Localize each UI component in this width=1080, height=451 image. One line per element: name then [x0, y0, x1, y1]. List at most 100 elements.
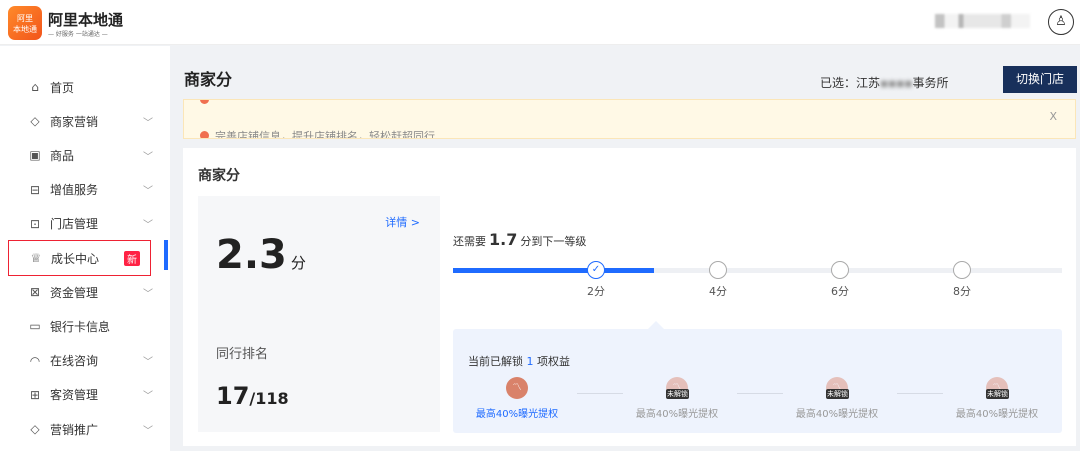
- sidebar-item-2[interactable]: ▣ 商品 ﹀: [28, 144, 153, 166]
- level-progress-fill: [453, 268, 654, 273]
- menu-icon: ⊞: [29, 387, 41, 402]
- perk-item[interactable]: 〽未解锁 最高40%曝光提权: [947, 377, 1047, 420]
- perk-connector: [897, 393, 943, 394]
- rank-label: 同行排名: [216, 347, 269, 362]
- unlocked-prefix: 当前已解锁: [468, 355, 523, 368]
- unlocked-summary: 当前已解锁 1 项权益: [468, 353, 570, 369]
- perk-item[interactable]: 〽最高40%曝光提权: [467, 377, 567, 420]
- sidebar-item-label: 银行卡信息: [50, 319, 111, 334]
- unlocked-suffix: 项权益: [537, 355, 570, 368]
- sidebar-item-1[interactable]: ◇ 商家营销 ﹀: [28, 110, 153, 132]
- merchant-score-card: 商家分 详情 > 2.3 分 同行排名 17/118 还需要 1.7 分到下一等级 ✓…: [183, 148, 1076, 446]
- sidebar-item-label: 门店管理: [50, 217, 99, 232]
- lock-badge: 未解锁: [826, 389, 849, 399]
- alert-icon: [200, 131, 209, 138]
- chevron-down-icon: ﹀: [143, 391, 153, 403]
- alert-line-1: [200, 100, 215, 107]
- brand-slogan: — 好服务 一站通达 —: [48, 31, 108, 38]
- top-header: 阿里 本地通 阿里本地通 — 好服务 一站通达 — ♙: [0, 0, 1080, 45]
- level-label: 6分: [831, 285, 849, 298]
- chevron-down-icon: ﹀: [143, 186, 153, 198]
- user-icon[interactable]: ♙: [1048, 9, 1074, 35]
- score-unit: 分: [290, 254, 306, 272]
- menu-icon: ♕: [30, 251, 42, 265]
- sidebar-item-8[interactable]: ◠ 在线咨询 ﹀: [28, 350, 153, 372]
- selected-store[interactable]: 已选：江苏▪▪▪▪事务所: [820, 74, 949, 91]
- rank-number: 17: [216, 382, 250, 410]
- lock-badge: 未解锁: [986, 389, 1009, 399]
- chart-icon: 〽: [506, 377, 528, 399]
- chevron-down-icon: ﹀: [143, 220, 153, 232]
- sidebar-item-10[interactable]: ◇ 营销推广 ﹀: [28, 418, 153, 440]
- unlocked-count: 1: [526, 355, 534, 368]
- new-badge: 新: [124, 250, 140, 266]
- perk-label: 最高40%曝光提权: [475, 409, 559, 420]
- chevron-down-icon: ﹀: [143, 151, 153, 163]
- need-suffix: 分到下一等级: [520, 235, 587, 248]
- perk-label: 最高40%曝光提权: [955, 409, 1039, 420]
- menu-icon: ◇: [30, 114, 40, 129]
- alert-banner: 完善店铺信息，提升店铺排名，轻松赶超同行 X: [183, 99, 1076, 139]
- level-label: 4分: [709, 285, 727, 298]
- sidebar-item-label: 商品: [50, 148, 75, 163]
- level-label: 8分: [953, 285, 971, 298]
- perk-label: 最高40%曝光提权: [635, 409, 719, 420]
- logo[interactable]: 阿里 本地通: [8, 6, 42, 40]
- rank-value: 17/118: [216, 382, 289, 410]
- sidebar-item-9[interactable]: ⊞ 客资管理 ﹀: [28, 384, 153, 406]
- perk-connector: [737, 393, 783, 394]
- chevron-down-icon: ﹀: [143, 425, 153, 437]
- sidebar-item-3[interactable]: ⊟ 增值服务 ﹀: [28, 179, 153, 201]
- selected-label: 已选：江苏: [820, 76, 881, 90]
- brand-name: 阿里本地通: [48, 11, 124, 29]
- perk-item[interactable]: 〽未解锁 最高40%曝光提权: [787, 377, 887, 420]
- menu-icon: ⊠: [29, 285, 41, 300]
- level-node: [831, 261, 849, 279]
- chevron-down-icon: ﹀: [143, 117, 153, 129]
- alert-text: 完善店铺信息，提升店铺排名，轻松赶超同行: [215, 130, 435, 139]
- menu-icon: ⌂: [31, 80, 39, 94]
- level-node: [709, 261, 727, 279]
- sidebar-item-label: 首页: [50, 80, 75, 95]
- sidebar-item-label: 在线咨询: [50, 354, 99, 369]
- switch-store-button[interactable]: 切换门店: [1003, 66, 1077, 93]
- score-number: 2.3: [216, 232, 287, 278]
- sidebar: ⌂ 首页 ◇ 商家营销 ﹀ ▣ 商品 ﹀ ⊟ 增值服务 ﹀ ⊡ 门店管理 ﹀ ♕ 成长中心 新 ⊠ 资金管理 ﹀ ▭ 银行…: [0, 46, 170, 451]
- sidebar-item-4[interactable]: ⊡ 门店管理 ﹀: [28, 213, 153, 235]
- rank-total: /118: [249, 389, 289, 408]
- sidebar-item-5[interactable]: ♕ 成长中心 新: [8, 240, 151, 276]
- score-value: 2.3 分: [216, 232, 306, 278]
- chevron-down-icon: ﹀: [143, 288, 153, 300]
- menu-icon: ◇: [30, 422, 40, 436]
- menu-icon: ⊟: [29, 182, 41, 197]
- close-icon[interactable]: X: [1049, 110, 1057, 123]
- sidebar-item-label: 商家营销: [50, 114, 99, 129]
- perk-label: 最高40%曝光提权: [795, 409, 879, 420]
- sidebar-item-label: 资金管理: [50, 285, 99, 300]
- chevron-down-icon: ﹀: [143, 357, 153, 369]
- sidebar-item-label: 成长中心: [51, 251, 100, 266]
- sidebar-item-6[interactable]: ⊠ 资金管理 ﹀: [28, 281, 153, 303]
- detail-link[interactable]: 详情 >: [385, 214, 420, 230]
- check-icon: ✓: [587, 261, 605, 279]
- score-box: 详情 > 2.3 分 同行排名 17/118: [198, 196, 440, 432]
- need-value: 1.7: [489, 230, 518, 249]
- next-level-hint: 还需要 1.7 分到下一等级: [453, 230, 586, 249]
- card-title: 商家分: [198, 168, 240, 184]
- sidebar-item-0[interactable]: ⌂ 首页: [28, 76, 153, 98]
- sidebar-item-label: 营销推广: [50, 422, 99, 437]
- perk-item[interactable]: 〽未解锁 最高40%曝光提权: [627, 377, 727, 420]
- lock-badge: 未解锁: [666, 389, 689, 399]
- alert-icon: [200, 100, 209, 104]
- perks-panel: 当前已解锁 1 项权益 〽最高40%曝光提权〽未解锁 最高40%曝光提权〽未解锁最…: [453, 321, 1062, 433]
- selected-suffix: 事务所: [912, 76, 949, 90]
- menu-icon: ◠: [29, 353, 41, 368]
- sidebar-item-7[interactable]: ▭ 银行卡信息: [28, 315, 153, 337]
- user-name-blurred[interactable]: [935, 14, 1030, 28]
- page-title: 商家分: [184, 70, 233, 89]
- level-label: 2分: [587, 285, 605, 298]
- menu-icon: ▣: [29, 148, 41, 163]
- menu-icon: ⊡: [29, 216, 41, 231]
- sidebar-item-label: 增值服务: [50, 183, 99, 198]
- alert-line-2[interactable]: 完善店铺信息，提升店铺排名，轻松赶超同行: [200, 128, 435, 139]
